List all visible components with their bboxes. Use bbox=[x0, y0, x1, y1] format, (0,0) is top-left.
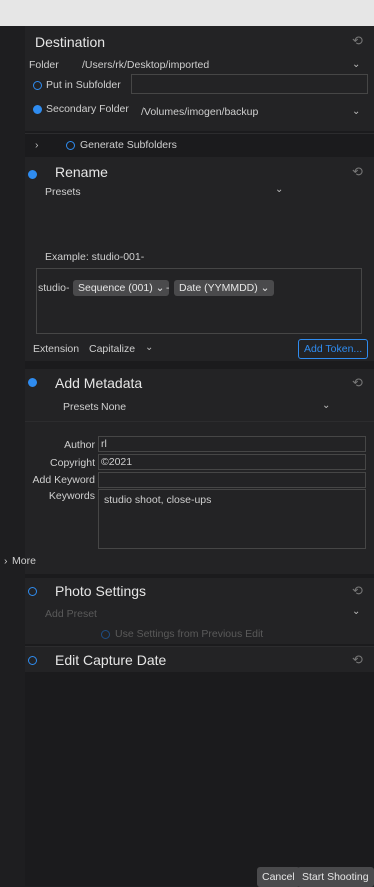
template-prefix: studio- bbox=[38, 282, 70, 294]
destination-title: Destination bbox=[35, 34, 106, 50]
capture-date-toggle[interactable] bbox=[28, 656, 37, 665]
extension-value[interactable]: Capitalize bbox=[89, 343, 135, 355]
generate-subfolders-label: Generate Subfolders bbox=[80, 139, 177, 151]
template-separator: - bbox=[166, 282, 170, 294]
rename-example: Example: studio-001- bbox=[45, 251, 145, 263]
destination-reset-icon[interactable]: ⟲ bbox=[352, 33, 363, 49]
rename-template-box[interactable] bbox=[36, 268, 362, 334]
metadata-title: Add Metadata bbox=[55, 375, 143, 391]
rename-presets-label[interactable]: Presets bbox=[45, 186, 81, 198]
capture-date-reset-icon[interactable]: ⟲ bbox=[352, 652, 363, 668]
add-token-button[interactable]: Add Token... bbox=[298, 339, 369, 359]
add-keyword-input[interactable] bbox=[98, 472, 366, 488]
photo-settings-title: Photo Settings bbox=[55, 583, 147, 599]
keywords-textarea[interactable]: studio shoot, close-ups bbox=[98, 489, 366, 549]
generate-subfolders-expand-icon[interactable]: › bbox=[35, 139, 39, 151]
rename-presets-chevron-down-icon[interactable]: ⌄ bbox=[275, 184, 283, 195]
put-in-subfolder-radio[interactable] bbox=[33, 81, 42, 90]
cancel-button[interactable]: Cancel bbox=[257, 867, 300, 887]
folder-chevron-down-icon[interactable]: ⌄ bbox=[352, 59, 360, 70]
sequence-token[interactable]: Sequence (001) ⌄ bbox=[73, 280, 170, 296]
sequence-token-label: Sequence (001) bbox=[78, 282, 153, 294]
capture-date-title: Edit Capture Date bbox=[55, 652, 167, 668]
photo-settings-toggle[interactable] bbox=[28, 587, 37, 596]
secondary-folder-value[interactable]: /Volumes/imogen/backup bbox=[141, 106, 258, 118]
extension-label: Extension bbox=[33, 343, 80, 355]
divider bbox=[25, 133, 374, 134]
top-bar bbox=[0, 0, 374, 26]
divider bbox=[25, 421, 374, 422]
add-keyword-label: Add Keyword bbox=[32, 474, 95, 486]
add-preset-chevron-down-icon[interactable]: ⌄ bbox=[352, 606, 360, 617]
date-token-label: Date (YYMMDD) bbox=[179, 282, 258, 294]
rename-reset-icon[interactable]: ⟲ bbox=[352, 164, 363, 180]
secondary-folder-chevron-down-icon[interactable]: ⌄ bbox=[352, 106, 360, 117]
secondary-folder-radio[interactable] bbox=[33, 105, 42, 114]
author-label: Author bbox=[64, 439, 95, 451]
rename-title: Rename bbox=[55, 164, 108, 180]
date-token[interactable]: Date (YYMMDD) ⌄ bbox=[174, 280, 275, 296]
metadata-reset-icon[interactable]: ⟲ bbox=[352, 375, 363, 391]
folder-value[interactable]: /Users/rk/Desktop/imported bbox=[82, 59, 209, 71]
metadata-toggle[interactable] bbox=[28, 378, 37, 387]
rename-toggle[interactable] bbox=[28, 170, 37, 179]
subfolder-input[interactable] bbox=[131, 74, 368, 94]
add-preset-label[interactable]: Add Preset bbox=[45, 608, 97, 620]
generate-subfolders-radio[interactable] bbox=[66, 141, 75, 150]
copyright-input[interactable]: ©2021 bbox=[98, 454, 366, 470]
extension-chevron-down-icon[interactable]: ⌄ bbox=[145, 342, 153, 353]
metadata-presets-value[interactable]: None bbox=[101, 401, 126, 413]
more-label[interactable]: More bbox=[12, 555, 36, 567]
import-panel: Destination ⟲ Folder /Users/rk/Desktop/i… bbox=[4, 26, 374, 887]
more-expand-icon[interactable]: › bbox=[4, 555, 8, 567]
metadata-presets-chevron-down-icon[interactable]: ⌄ bbox=[322, 400, 330, 411]
start-shooting-button[interactable]: Start Shooting bbox=[297, 867, 374, 887]
use-previous-settings-radio[interactable] bbox=[101, 630, 110, 639]
photo-settings-reset-icon[interactable]: ⟲ bbox=[352, 583, 363, 599]
author-input[interactable]: rl bbox=[98, 436, 366, 452]
keywords-label: Keywords bbox=[48, 490, 95, 502]
secondary-folder-label: Secondary Folder bbox=[46, 103, 129, 115]
copyright-label: Copyright bbox=[50, 457, 95, 469]
metadata-presets-label: Presets bbox=[63, 401, 99, 413]
put-in-subfolder-label: Put in Subfolder bbox=[46, 79, 121, 91]
folder-label: Folder bbox=[29, 59, 59, 71]
use-previous-settings-label: Use Settings from Previous Edit bbox=[115, 628, 264, 640]
